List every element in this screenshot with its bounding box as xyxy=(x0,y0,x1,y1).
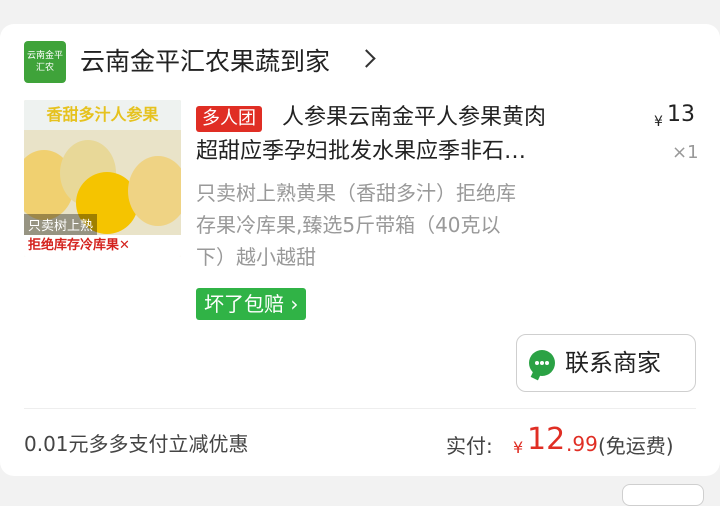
chat-dot xyxy=(545,361,549,365)
shipping-note: (免运费) xyxy=(598,434,674,458)
price-value: 13 xyxy=(667,102,695,127)
product-title-line1[interactable]: 人参果云南金平人参果黄肉 xyxy=(282,102,546,134)
product-spec-line2: 存果冷库果,臻选5斤带箱（40克以 xyxy=(196,213,501,237)
chat-dot xyxy=(535,361,539,365)
price-currency: ¥ xyxy=(654,114,663,130)
chevron-right-icon[interactable] xyxy=(357,49,376,68)
chat-dot xyxy=(540,361,544,365)
fruit-shape xyxy=(128,156,181,226)
product-spec-line3: 下）越小越甜 xyxy=(196,245,316,269)
product-image-banner: 香甜多汁人参果 xyxy=(24,100,181,130)
guarantee-badge[interactable]: 坏了包赔 › xyxy=(196,288,307,320)
partial-button[interactable] xyxy=(622,484,704,506)
divider xyxy=(24,408,696,409)
store-logo-text: 云南金平汇农 xyxy=(26,51,63,73)
group-buy-badge: 多人团 xyxy=(196,106,262,132)
paid-label: 实付: xyxy=(446,434,493,458)
store-name[interactable]: 云南金平汇农果蔬到家 xyxy=(80,44,330,80)
payment-promo: 0.01元多多支付立减优惠 xyxy=(24,432,249,456)
paid-amount-integer: 12 xyxy=(527,422,566,457)
contact-merchant-button[interactable]: 联系商家 xyxy=(516,334,696,392)
product-image[interactable]: 香甜多汁人参果 只卖树上熟 拒绝库存冷库果✕ xyxy=(24,100,181,257)
paid-currency: ¥ xyxy=(513,438,524,457)
product-image-warning: 拒绝库存冷库果✕ xyxy=(24,235,181,257)
order-card: 云南金平汇农 云南金平汇农果蔬到家 香甜多汁人参果 只卖树上熟 拒绝库存冷库果✕… xyxy=(0,24,720,476)
contact-merchant-label: 联系商家 xyxy=(565,349,661,377)
paid-amount-decimal: .99 xyxy=(566,432,598,456)
store-logo[interactable]: 云南金平汇农 xyxy=(24,41,66,83)
chat-icon xyxy=(529,350,555,376)
quantity: ×1 xyxy=(672,142,699,163)
product-title-line2[interactable]: 超甜应季孕妇批发水果应季非石… xyxy=(196,136,526,168)
product-image-caption: 只卖树上熟 xyxy=(24,214,98,235)
product-spec-line1: 只卖树上熟黄果（香甜多汁）拒绝库 xyxy=(196,181,516,205)
